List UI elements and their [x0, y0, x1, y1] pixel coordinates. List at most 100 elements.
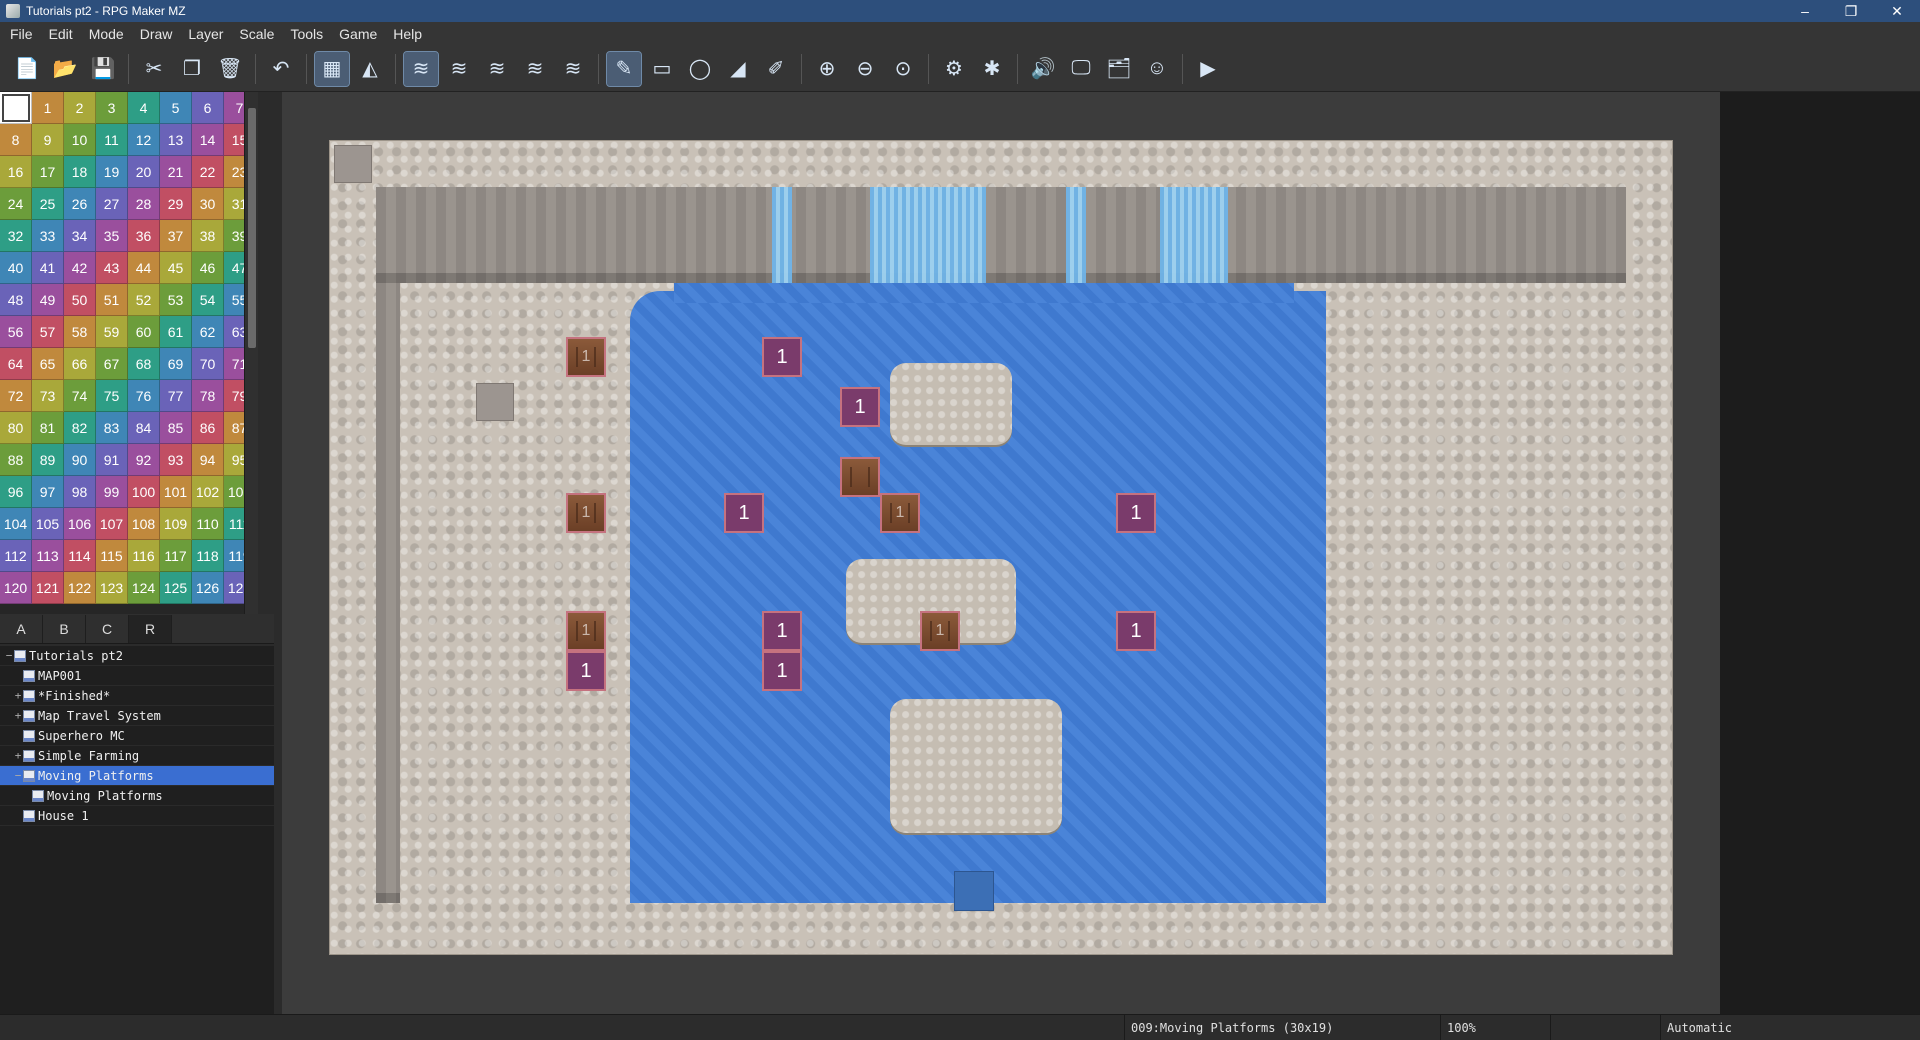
tileset-cell[interactable]: 86 — [192, 412, 224, 444]
tileset-cell[interactable]: 110 — [192, 508, 224, 540]
tileset-cell[interactable]: 94 — [192, 444, 224, 476]
tileset-cell[interactable]: 61 — [160, 316, 192, 348]
zoom-out-button[interactable]: ⊖ — [848, 52, 882, 86]
zoom-in-button[interactable]: ⊕ — [810, 52, 844, 86]
expand-toggle[interactable]: − — [4, 649, 14, 662]
tileset-cell[interactable]: 108 — [128, 508, 160, 540]
event-marker[interactable]: 1 — [762, 651, 802, 691]
tileset-cell[interactable]: 93 — [160, 444, 192, 476]
tileset-cell[interactable]: 124 — [128, 572, 160, 604]
tileset-cell[interactable]: 33 — [32, 220, 64, 252]
map-tree-item[interactable]: + Map Travel System — [0, 706, 274, 726]
event-crate[interactable]: 1 — [566, 337, 606, 377]
tileset-cell[interactable]: 100 — [128, 476, 160, 508]
tileset-cell[interactable]: 41 — [32, 252, 64, 284]
tileset-cell[interactable]: 44 — [128, 252, 160, 284]
tileset-cell[interactable] — [0, 92, 32, 124]
flood-fill-button[interactable]: ◢ — [721, 52, 755, 86]
tileset-cell[interactable]: 83 — [96, 412, 128, 444]
shadow-pen-button[interactable]: ✐ — [759, 52, 793, 86]
tileset-cell[interactable]: 8 — [0, 124, 32, 156]
expand-toggle[interactable]: + — [13, 689, 23, 702]
tileset-cell[interactable]: 36 — [128, 220, 160, 252]
event-crate[interactable] — [840, 457, 880, 497]
tileset-cell[interactable]: 65 — [32, 348, 64, 380]
map-tree-item[interactable]: House 1 — [0, 806, 274, 826]
tileset-cell[interactable]: 28 — [128, 188, 160, 220]
event-crate[interactable]: 1 — [566, 493, 606, 533]
event-marker[interactable]: 1 — [840, 387, 880, 427]
actual-size-button[interactable]: ⊙ — [886, 52, 920, 86]
tileset-cell[interactable]: 19 — [96, 156, 128, 188]
tab-c[interactable]: C — [86, 615, 129, 643]
tileset-cell[interactable]: 17 — [32, 156, 64, 188]
menu-mode[interactable]: Mode — [81, 22, 132, 46]
delete-button[interactable]: 🗑 — [213, 52, 247, 86]
tileset-cell[interactable]: 45 — [160, 252, 192, 284]
tileset-cell[interactable]: 57 — [32, 316, 64, 348]
tileset-cell[interactable]: 115 — [96, 540, 128, 572]
close-button[interactable]: ✕ — [1874, 0, 1920, 22]
tileset-cell[interactable]: 114 — [64, 540, 96, 572]
tileset-cell[interactable]: 69 — [160, 348, 192, 380]
tileset-cell[interactable]: 116 — [128, 540, 160, 572]
tileset-cell[interactable]: 32 — [0, 220, 32, 252]
tileset-cell[interactable]: 6 — [192, 92, 224, 124]
tileset-cell[interactable]: 53 — [160, 284, 192, 316]
menu-scale[interactable]: Scale — [231, 22, 282, 46]
tab-a[interactable]: A — [0, 615, 43, 643]
map-tree-item[interactable]: Moving Platforms — [0, 786, 274, 806]
tileset-cell[interactable]: 4 — [128, 92, 160, 124]
tileset-cell[interactable]: 113 — [32, 540, 64, 572]
menu-edit[interactable]: Edit — [41, 22, 81, 46]
event-mode-button[interactable]: ◭ — [353, 52, 387, 86]
tileset-cell[interactable]: 92 — [128, 444, 160, 476]
tileset-cell[interactable]: 16 — [0, 156, 32, 188]
tileset-cell[interactable]: 112 — [0, 540, 32, 572]
layer-4-button[interactable]: ≋ — [556, 52, 590, 86]
cut-button[interactable]: ✂ — [137, 52, 171, 86]
map-canvas[interactable]: 1 1 1 1 1 1 1 1 1 1 1 1 1 — [329, 140, 1673, 955]
tileset-cell[interactable]: 85 — [160, 412, 192, 444]
tileset-cell[interactable]: 21 — [160, 156, 192, 188]
expand-toggle[interactable]: + — [13, 709, 23, 722]
tileset-cell[interactable]: 3 — [96, 92, 128, 124]
tileset-cell[interactable]: 99 — [96, 476, 128, 508]
tileset-cell[interactable]: 12 — [128, 124, 160, 156]
menu-draw[interactable]: Draw — [132, 22, 181, 46]
player-start-marker[interactable] — [476, 383, 514, 421]
layer-auto-button[interactable]: ≋ — [403, 50, 439, 87]
save-project-button[interactable]: 💾 — [86, 52, 120, 86]
character-generator-button[interactable]: ☺ — [1140, 52, 1174, 86]
copy-button[interactable]: ❐ — [175, 52, 209, 86]
tileset-cell[interactable]: 118 — [192, 540, 224, 572]
tileset-cell[interactable]: 9 — [32, 124, 64, 156]
tileset-cell[interactable]: 81 — [32, 412, 64, 444]
map-tree-item[interactable]: Superhero MC — [0, 726, 274, 746]
event-marker[interactable]: 1 — [1116, 611, 1156, 651]
tileset-cell[interactable]: 77 — [160, 380, 192, 412]
tileset-cell[interactable]: 72 — [0, 380, 32, 412]
tileset-cell[interactable]: 27 — [96, 188, 128, 220]
tab-r[interactable]: R — [129, 615, 172, 643]
tileset-cell[interactable]: 38 — [192, 220, 224, 252]
tileset-cell[interactable]: 62 — [192, 316, 224, 348]
event-crate[interactable]: 1 — [880, 493, 920, 533]
tileset-cell[interactable]: 107 — [96, 508, 128, 540]
tileset-cell[interactable]: 20 — [128, 156, 160, 188]
open-project-button[interactable]: 📂 — [48, 52, 82, 86]
tileset-cell[interactable]: 49 — [32, 284, 64, 316]
tileset-cell[interactable]: 14 — [192, 124, 224, 156]
tileset-cell[interactable]: 5 — [160, 92, 192, 124]
tileset-cell[interactable]: 122 — [64, 572, 96, 604]
map-tree-item[interactable]: + Simple Farming — [0, 746, 274, 766]
tileset-cell[interactable]: 126 — [192, 572, 224, 604]
tileset-cell[interactable]: 68 — [128, 348, 160, 380]
tileset-cell[interactable]: 22 — [192, 156, 224, 188]
new-project-button[interactable]: 📄 — [10, 52, 44, 86]
tileset-cell[interactable]: 59 — [96, 316, 128, 348]
event-crate[interactable]: 1 — [920, 611, 960, 651]
map-tree-item[interactable]: − Moving Platforms — [0, 766, 274, 786]
rectangle-tool-button[interactable]: ▭ — [645, 52, 679, 86]
tileset-cell[interactable]: 125 — [160, 572, 192, 604]
